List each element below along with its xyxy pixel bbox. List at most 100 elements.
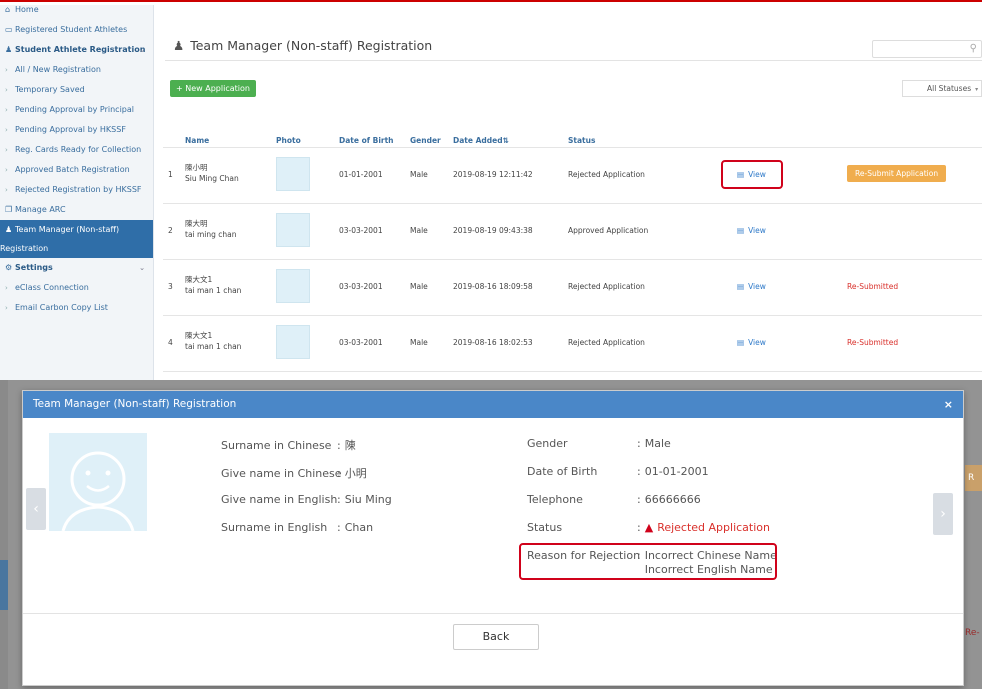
top-bar <box>0 0 982 2</box>
next-arrow-button[interactable]: › <box>933 493 953 535</box>
row-date-added: 2019-08-19 12:11:42 <box>453 170 533 179</box>
colon: : <box>637 493 641 506</box>
row-photo <box>276 269 310 303</box>
row-date-added: 2019-08-16 18:02:53 <box>453 338 533 347</box>
table-row: 3 陳大文1 tai man 1 chan 03-03-2001 Male 201… <box>163 260 982 316</box>
chevron-right-icon: › <box>5 304 8 312</box>
sidebar-item-reg-cards[interactable]: › Reg. Cards Ready for Collection <box>0 140 153 160</box>
row-photo <box>276 157 310 191</box>
chevron-right-icon: › <box>5 86 8 94</box>
row-dob: 03-03-2001 <box>339 338 383 347</box>
sidebar-item-settings[interactable]: ⚙ Settings ⌄ <box>0 258 153 278</box>
user-icon: ♟ <box>5 45 13 54</box>
sidebar-item-team-manager[interactable]: ♟ Team Manager (Non-staff) Registration <box>0 220 153 258</box>
colon: : <box>337 493 341 506</box>
registration-detail-modal: Team Manager (Non-staff) Registration × … <box>22 390 964 686</box>
field-date-of-birth: Date of Birth:01-01-2001 <box>527 465 709 478</box>
row-photo <box>276 213 310 247</box>
chevron-right-icon: › <box>5 146 8 154</box>
colon: : <box>337 439 341 452</box>
row-dob: 03-03-2001 <box>339 282 383 291</box>
header-name[interactable]: Name <box>185 136 209 145</box>
top-strip <box>0 0 982 5</box>
search-icon: ⚲ <box>969 43 977 54</box>
document-icon: ▤ <box>737 282 745 291</box>
back-button[interactable]: Back <box>453 624 539 650</box>
document-icon: ▤ <box>737 338 745 347</box>
header-date-added[interactable]: Date Added⇅ <box>453 136 509 145</box>
row-photo <box>276 325 310 359</box>
close-icon[interactable]: × <box>944 391 953 418</box>
highlight-box <box>721 160 783 189</box>
main-content: ♟ Team Manager (Non-staff) Registration ⚲… <box>155 0 982 380</box>
sidebar-item-student-athlete-registration[interactable]: ♟ Student Athlete Registration ⌄ <box>0 40 153 60</box>
row-status: Approved Application <box>568 226 649 235</box>
view-link[interactable]: ▤ View <box>737 282 766 291</box>
chevron-right-icon: › <box>5 284 8 292</box>
highlight-box <box>519 543 777 580</box>
chevron-down-icon: ▾ <box>975 86 979 93</box>
row-status: Rejected Application <box>568 170 645 179</box>
view-link[interactable]: ▤ View <box>737 338 766 347</box>
sidebar-item-manage-arc[interactable]: ❐ Manage ARC <box>0 200 153 220</box>
status-filter-select[interactable]: All Statuses ▾ <box>902 80 982 97</box>
field-status: Status: ▲ Rejected Application <box>527 521 770 534</box>
row-date-added: 2019-08-16 18:09:58 <box>453 282 533 291</box>
table-row: 1 陳小明 Siu Ming Chan 01-01-2001 Male 2019-… <box>163 148 982 204</box>
avatar-placeholder-icon <box>61 451 135 532</box>
chevron-down-icon: ⌄ <box>139 264 145 272</box>
row-name: 陳大文1 tai man 1 chan <box>185 275 242 295</box>
row-index: 3 <box>168 282 173 291</box>
resubmit-application-button[interactable]: Re-Submit Application <box>847 165 947 182</box>
header-dob[interactable]: Date of Birth <box>339 136 394 145</box>
prev-arrow-button[interactable]: ‹ <box>26 488 46 530</box>
row-index: 1 <box>168 170 173 179</box>
search-input[interactable]: ⚲ <box>872 40 982 58</box>
header-status[interactable]: Status <box>568 136 595 145</box>
sidebar-item-all-new-registration[interactable]: › All / New Registration <box>0 60 153 80</box>
sidebar-item-email-cc[interactable]: › Email Carbon Copy List <box>0 298 153 318</box>
row-gender: Male <box>410 338 428 347</box>
chevron-right-icon: › <box>5 166 8 174</box>
sidebar-item-pending-principal[interactable]: › Pending Approval by Principal <box>0 100 153 120</box>
header-gender[interactable]: Gender <box>410 136 441 145</box>
sidebar-item-rejected-registration[interactable]: › Rejected Registration by HKSSF <box>0 180 153 200</box>
field-telephone: Telephone:66666666 <box>527 493 701 506</box>
header-photo: Photo <box>276 136 301 145</box>
document-icon: ▤ <box>737 226 745 235</box>
modal-title: Team Manager (Non-staff) Registration <box>33 398 237 410</box>
sidebar-item-registered-athletes[interactable]: ▭ Registered Student Athletes <box>0 20 153 40</box>
chevron-right-icon: › <box>5 106 8 114</box>
colon: : <box>637 521 641 534</box>
field-given-name-chinese: Give name in Chinese: 小明 <box>221 467 367 480</box>
sidebar-item-eclass[interactable]: › eClass Connection <box>0 278 153 298</box>
row-gender: Male <box>410 170 428 179</box>
sidebar-item-pending-hkssf[interactable]: › Pending Approval by HKSSF <box>0 120 153 140</box>
page-title: ♟ Team Manager (Non-staff) Registration <box>173 38 433 53</box>
gear-icon: ⚙ <box>5 263 13 272</box>
new-application-button[interactable]: + New Application <box>170 80 256 97</box>
view-link[interactable]: ▤ View <box>737 226 766 235</box>
background-sidebar-peek <box>0 560 8 610</box>
colon: : <box>637 437 641 450</box>
background-resubmitted-peek: Re- <box>965 628 980 638</box>
table-row: 4 陳大文1 tai man 1 chan 03-03-2001 Male 201… <box>163 316 982 372</box>
row-date-added: 2019-08-19 09:43:38 <box>453 226 533 235</box>
row-gender: Male <box>410 282 428 291</box>
card-icon: ▭ <box>5 25 13 34</box>
profile-photo <box>49 433 147 532</box>
modal-header: Team Manager (Non-staff) Registration × <box>23 391 963 418</box>
copy-icon: ❐ <box>5 205 13 214</box>
colon: : <box>337 467 341 480</box>
chevron-down-icon: ⌄ <box>139 46 145 54</box>
row-gender: Male <box>410 226 428 235</box>
sidebar-item-approved-batch[interactable]: › Approved Batch Registration <box>0 160 153 180</box>
table-row: 2 陳大明 tai ming chan 03-03-2001 Male 2019-… <box>163 204 982 260</box>
row-name: 陳大文1 tai man 1 chan <box>185 331 242 351</box>
modal-body: ‹ › Surname in Chinese: 陳 Give name in Ch… <box>23 418 963 618</box>
resubmitted-label: Re-Submitted <box>847 282 899 291</box>
row-name: 陳小明 Siu Ming Chan <box>185 163 239 183</box>
sidebar-item-temporary-saved[interactable]: › Temporary Saved <box>0 80 153 100</box>
status-value: ▲ Rejected Application <box>644 521 770 534</box>
sidebar: ⌂ Home ▭ Registered Student Athletes ♟ Stud… <box>0 0 154 380</box>
